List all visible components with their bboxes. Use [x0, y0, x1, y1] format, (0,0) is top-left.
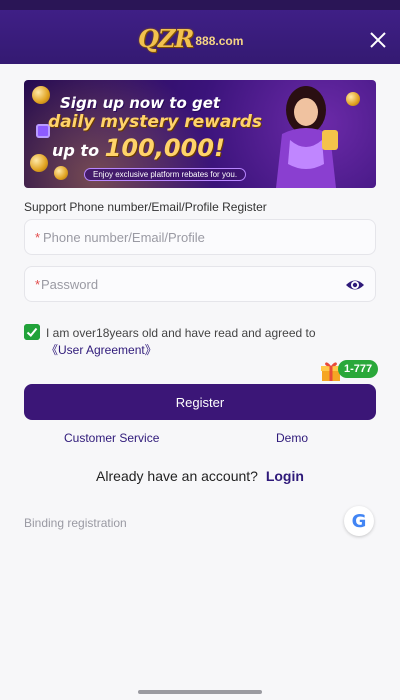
already-account-row: Already have an account? Login	[0, 468, 400, 484]
agreement-text: I am over18years old and have read and a…	[46, 325, 356, 359]
banner-amount: 100,000!	[104, 134, 225, 162]
status-strip	[0, 0, 400, 10]
eye-icon[interactable]	[345, 276, 365, 294]
coin-graphic	[346, 92, 360, 106]
header-bar: QZR 888.com	[0, 10, 400, 64]
already-account-text: Already have an account?	[96, 468, 258, 484]
hostess-illustration	[276, 86, 338, 188]
account-placeholder: Phone number/Email/Profile	[43, 230, 205, 245]
coin-graphic	[30, 154, 48, 172]
coin-graphic	[54, 166, 68, 180]
google-icon: G	[351, 511, 367, 532]
demo-link[interactable]: Demo	[276, 431, 308, 445]
agreement-statement: I am over18years old and have read and a…	[46, 326, 316, 340]
logo-suffix: 888.com	[195, 34, 244, 48]
account-field[interactable]: * Phone number/Email/Profile	[24, 219, 376, 255]
coin-graphic	[32, 86, 50, 104]
gift-promo[interactable]: 1-777	[320, 358, 386, 382]
password-field[interactable]: * Password	[24, 266, 376, 302]
support-label: Support Phone number/Email/Profile Regis…	[24, 200, 267, 214]
register-button[interactable]: Register	[24, 384, 376, 420]
gift-badge: 1-777	[338, 360, 379, 378]
binding-registration-label: Binding registration	[24, 516, 127, 530]
banner-line-2: daily mystery rewards	[48, 112, 263, 132]
banner-line-3: up to 100,000!	[52, 134, 225, 162]
agree-checkbox[interactable]	[24, 324, 40, 340]
google-login-button[interactable]: G	[344, 506, 374, 536]
brand-logo: QZR 888.com	[138, 23, 266, 53]
login-link[interactable]: Login	[266, 468, 304, 484]
home-indicator[interactable]	[138, 690, 262, 694]
logo-mark: QZR	[138, 23, 194, 53]
banner-line-1: Sign up now to get	[60, 94, 221, 112]
close-icon[interactable]	[368, 30, 388, 50]
required-star: *	[35, 277, 41, 292]
promo-banner[interactable]: Sign up now to get daily mystery rewards…	[24, 80, 376, 188]
banner-caption: Enjoy exclusive platform rebates for you…	[84, 168, 247, 181]
banner-up-to: up to	[52, 141, 100, 160]
required-star: *	[35, 230, 41, 245]
customer-service-link[interactable]: Customer Service	[64, 431, 159, 445]
password-placeholder: Password	[41, 277, 99, 292]
user-agreement-link[interactable]: 《User Agreement》	[46, 343, 157, 357]
